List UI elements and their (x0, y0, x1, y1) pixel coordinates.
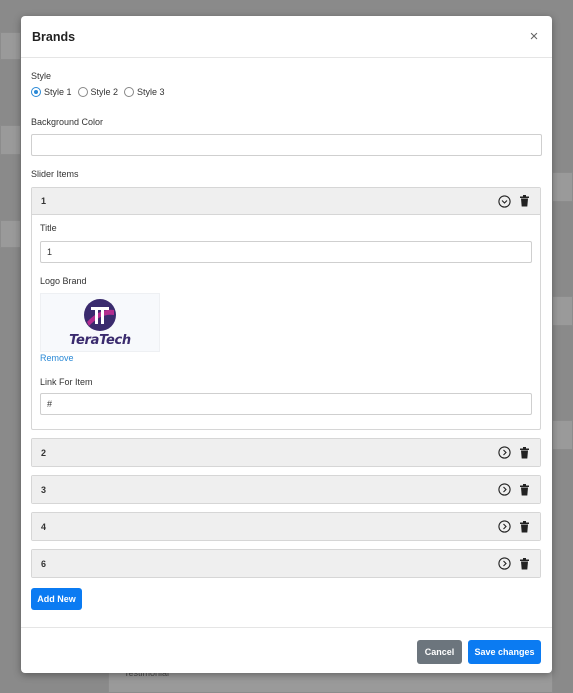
background-panel-left (0, 220, 21, 248)
modal-header: Brands × (21, 16, 552, 58)
slider-item-number: 4 (41, 521, 47, 532)
logo-brand-label: Logo Brand (40, 276, 87, 286)
slider-item-number: 2 (41, 447, 47, 458)
save-changes-button[interactable]: Save changes (468, 640, 541, 664)
slider-item-body: Title 1 Logo Brand TeraTech Remove Link … (32, 215, 540, 429)
remove-logo-link[interactable]: Remove (40, 353, 74, 363)
radio-unchecked-icon (77, 87, 88, 97)
close-icon[interactable]: × (526, 28, 542, 45)
radio-label: Style 1 (44, 87, 72, 97)
title-label: Title (40, 223, 57, 233)
slider-item-number: 1 (41, 196, 47, 206)
slider-item: 1 Title 1 Logo Brand TeraTech Remove Lin… (31, 187, 541, 430)
background-panel-left (0, 32, 21, 60)
slider-items-label: Slider Items (31, 169, 79, 179)
radio-style-3[interactable]: Style 3 (124, 87, 165, 97)
chevron-down-circle-icon[interactable] (497, 194, 511, 208)
modal-footer: Cancel Save changes (21, 627, 552, 673)
background-panel-right (552, 296, 573, 326)
background-color-input[interactable] (31, 134, 542, 156)
slider-item-number: 6 (41, 558, 47, 569)
slider-item-header[interactable]: 1 (32, 188, 540, 215)
link-input[interactable]: # (40, 393, 532, 415)
logo-brand-image: TeraTech (40, 293, 160, 352)
chevron-right-circle-icon[interactable] (497, 483, 511, 497)
slider-item-header[interactable]: 6 (32, 550, 540, 577)
radio-label: Style 2 (90, 87, 119, 97)
slider-item: 4 (31, 512, 541, 541)
style-radio-group: Style 1 Style 2 Style 3 (31, 87, 542, 97)
trash-icon[interactable] (517, 520, 531, 534)
background-panel-right (552, 420, 573, 450)
modal-body: Style Style 1 Style 2 Style 3 Background… (31, 58, 542, 610)
cancel-button[interactable]: Cancel (417, 640, 462, 664)
add-new-button[interactable]: Add New (31, 588, 82, 610)
radio-label: Style 3 (137, 87, 165, 97)
background-color-label: Background Color (31, 117, 104, 127)
radio-checked-icon (31, 87, 41, 97)
chevron-right-circle-icon[interactable] (497, 446, 511, 460)
slider-item: 2 (31, 438, 541, 467)
slider-item-header[interactable]: 3 (32, 476, 540, 503)
chevron-right-circle-icon[interactable] (497, 520, 511, 534)
slider-item-header[interactable]: 4 (32, 513, 540, 540)
radio-style-2[interactable]: Style 2 (77, 87, 119, 97)
brands-modal: Brands × Style Style 1 Style 2 Style 3 B… (21, 16, 552, 673)
background-panel-left (0, 125, 21, 155)
trash-icon[interactable] (517, 446, 531, 460)
trash-icon[interactable] (517, 194, 531, 208)
background-panel-right (552, 172, 573, 202)
link-label: Link For Item (40, 377, 93, 387)
trash-icon[interactable] (517, 557, 531, 571)
radio-style-1[interactable]: Style 1 (31, 87, 72, 97)
teratech-logo-icon (84, 298, 116, 331)
style-label: Style (31, 71, 52, 81)
radio-unchecked-icon (124, 87, 135, 97)
logo-text: TeraTech (69, 332, 131, 348)
chevron-right-circle-icon[interactable] (497, 557, 511, 571)
slider-item-header[interactable]: 2 (32, 439, 540, 466)
slider-item: 6 (31, 549, 541, 578)
modal-title: Brands (32, 29, 76, 44)
title-input[interactable]: 1 (40, 241, 532, 263)
slider-item: 3 (31, 475, 541, 504)
trash-icon[interactable] (517, 483, 531, 497)
slider-item-number: 3 (41, 484, 47, 495)
